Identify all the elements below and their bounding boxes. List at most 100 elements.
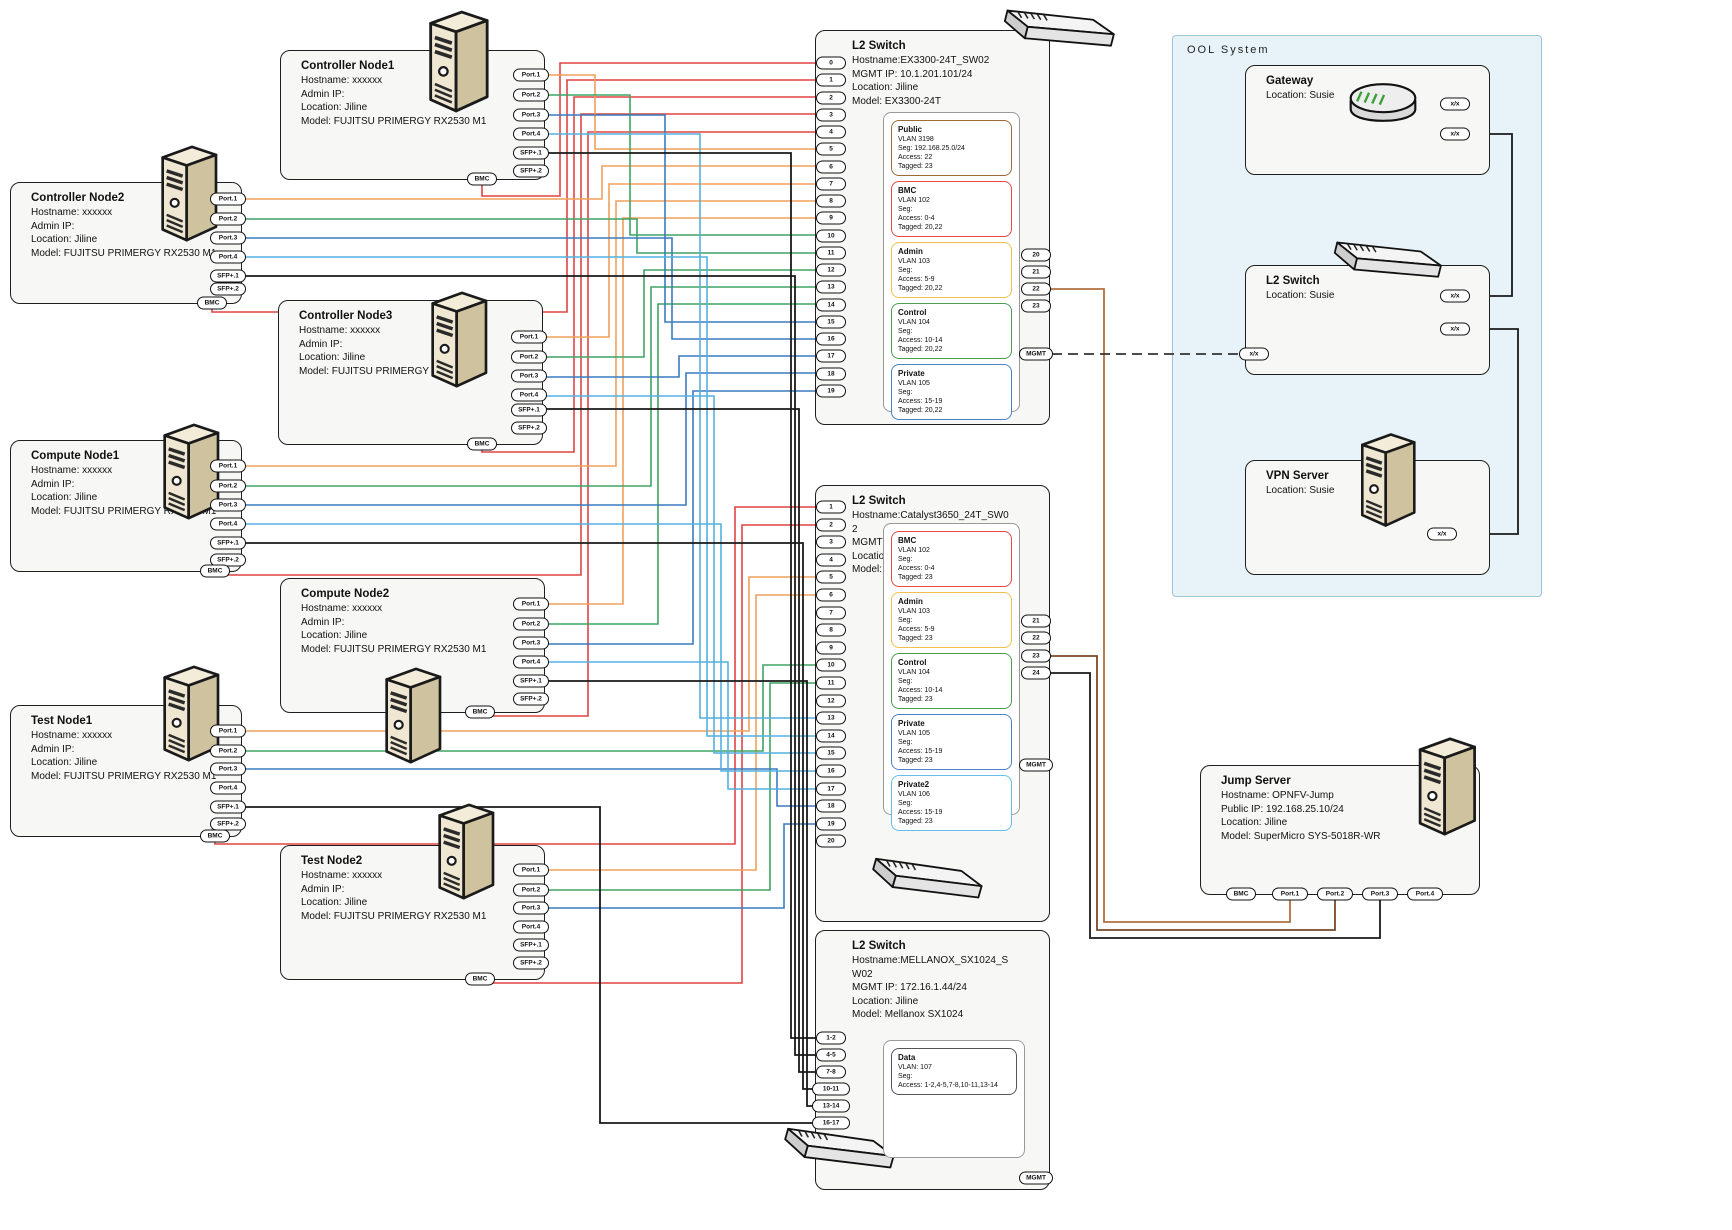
l2-switch-catalyst-title: L2 Switch <box>852 495 1009 507</box>
bmc-port-chip: BMC <box>200 565 230 578</box>
vlan-detail: Access: 22 <box>898 153 1005 162</box>
vlan-name: Admin <box>898 597 1005 607</box>
vlan-detail: Access: 15-19 <box>898 808 1005 817</box>
vlan-name: Private <box>898 369 1005 379</box>
switch-port-chip: 0 <box>816 57 846 70</box>
vlan-detail: Seg: <box>898 555 1005 564</box>
vlan-name: Public <box>898 125 1005 135</box>
vlan-detail: VLAN 105 <box>898 729 1005 738</box>
port-chip: Port.3 <box>1362 888 1398 901</box>
port-chip: SFP+.2 <box>513 165 549 178</box>
port-chip: Port.3 <box>513 637 549 650</box>
vlan-detail: Seg: <box>898 205 1005 214</box>
port-chip: SFP+.2 <box>513 693 549 706</box>
port-chip: Port.3 <box>210 232 246 245</box>
vlan-detail: Seg: <box>898 1072 1010 1081</box>
l2-switch-mellanox-title: L2 Switch <box>852 940 1009 952</box>
vlan-detail: Tagged: 23 <box>898 162 1005 171</box>
vlan-bmc: BMCVLAN 102Seg:Access: 0-4Tagged: 23 <box>891 531 1012 587</box>
connection-line <box>232 769 830 806</box>
vlan-detail: Tagged: 23 <box>898 817 1005 826</box>
switch-port-chip: 16 <box>816 333 846 346</box>
port-chip: SFP+.1 <box>513 147 549 160</box>
switch-port-chip: 19 <box>816 384 846 397</box>
switch-port-chip: 11 <box>816 677 846 690</box>
server-icon <box>415 5 500 118</box>
connection-line <box>535 391 830 644</box>
port-chip: SFP+.2 <box>210 283 246 296</box>
switch-port-chip: 3 <box>816 536 846 549</box>
switch-port-chip: 1-2 <box>816 1032 846 1045</box>
switch-port-chip: 20 <box>816 835 846 848</box>
connection-line <box>535 409 830 1072</box>
vlan-panel: PublicVLAN 3198Seg: 192.168.25.0/24Acces… <box>883 112 1020 412</box>
port-chip: Port.1 <box>513 69 549 82</box>
switch-port-chip: 10 <box>816 659 846 672</box>
vlan-detail: Access: 1-2,4-5,7-8,10-11,13-14 <box>898 1081 1010 1090</box>
bmc-port-chip: BMC <box>197 297 227 310</box>
vlan-detail: Access: 5-9 <box>898 275 1005 284</box>
controller-node1: Controller Node1Hostname: xxxxxxAdmin IP… <box>280 50 545 180</box>
port-chip: Port.4 <box>210 251 246 264</box>
server-icon <box>418 286 498 393</box>
switch-port-chip: 4 <box>816 553 846 566</box>
port-chip: SFP+.1 <box>513 675 549 688</box>
vlan-detail: Tagged: 23 <box>898 573 1005 582</box>
bmc-port-chip: BMC <box>465 973 495 986</box>
switch-port-chip: 18 <box>816 800 846 813</box>
switch-port-chip: 16 <box>816 765 846 778</box>
server-icon <box>372 662 452 769</box>
connection-line <box>232 219 830 253</box>
switch-port-chip: 21 <box>1021 266 1051 279</box>
vlan-detail: VLAN: 107 <box>898 1063 1010 1072</box>
switch-port-chip: 6 <box>816 589 846 602</box>
bmc-port-chip: BMC <box>465 706 495 719</box>
vlan-private: PrivateVLAN 105Seg:Access: 15-19Tagged: … <box>891 364 1012 420</box>
vlan-detail: VLAN 106 <box>898 790 1005 799</box>
switch-port-chip: 14 <box>816 729 846 742</box>
vlan-detail: Seg: <box>898 616 1005 625</box>
connection-line <box>535 134 830 718</box>
vlan-control: ControlVLAN 104Seg:Access: 10-14Tagged: … <box>891 653 1012 709</box>
port-chip: Port.4 <box>511 389 547 402</box>
switch-port-chip: 19 <box>816 817 846 830</box>
vlan-detail: Tagged: 23 <box>898 634 1005 643</box>
switch-port-chip: 16-17 <box>812 1117 850 1130</box>
switch-port-chip: 12 <box>816 264 846 277</box>
compute-node2-detail: Admin IP: <box>301 616 530 630</box>
switch-port-chip: 7 <box>816 177 846 190</box>
vlan-detail: Tagged: 20,22 <box>898 345 1005 354</box>
port-chip: SFP+.1 <box>210 801 246 814</box>
port-chip: Port.2 <box>513 89 549 102</box>
connection-line <box>535 595 830 870</box>
port-chip: x/x <box>1427 528 1457 541</box>
port-chip: Port.1 <box>513 864 549 877</box>
router-icon <box>1342 68 1424 124</box>
switch-port-chip: 13 <box>816 281 846 294</box>
switch-port-chip: 7-8 <box>816 1066 846 1079</box>
switch-port-chip: 15 <box>816 315 846 328</box>
port-chip: Port.3 <box>513 902 549 915</box>
network-topology-diagram: OOL System <box>0 0 1732 1230</box>
port-chip: x/x <box>1440 323 1470 336</box>
l2-switch-ex3300-detail: Model: EX3300-24T <box>852 95 1009 109</box>
vlan-detail: Access: 5-9 <box>898 625 1005 634</box>
switch-port-chip: 12 <box>816 694 846 707</box>
switch-port-chip: 2 <box>816 91 846 104</box>
port-chip: Port.3 <box>513 109 549 122</box>
vlan-data: DataVLAN: 107Seg:Access: 1-2,4-5,7-8,10-… <box>891 1048 1017 1095</box>
port-chip: x/x <box>1440 290 1470 303</box>
port-chip: SFP+.1 <box>511 404 547 417</box>
l2-switch-ex3300-detail: Hostname:EX3300-24T_SW02 <box>852 54 1009 68</box>
vlan-detail: VLAN 104 <box>898 668 1005 677</box>
vlan-detail: VLAN 102 <box>898 196 1005 205</box>
mgmt-port-chip: MGMT <box>1019 759 1053 772</box>
vlan-detail: Seg: <box>898 799 1005 808</box>
vlan-bmc: BMCVLAN 102Seg:Access: 0-4Tagged: 20,22 <box>891 181 1012 237</box>
server-icon <box>1348 428 1426 532</box>
test-node2: Test Node2Hostname: xxxxxxAdmin IP:Locat… <box>280 845 545 980</box>
port-chip: x/x <box>1239 348 1269 361</box>
switch-port-chip: 3 <box>816 108 846 121</box>
vlan-admin: AdminVLAN 103Seg:Access: 5-9Tagged: 23 <box>891 592 1012 648</box>
vlan-detail: Seg: <box>898 327 1005 336</box>
